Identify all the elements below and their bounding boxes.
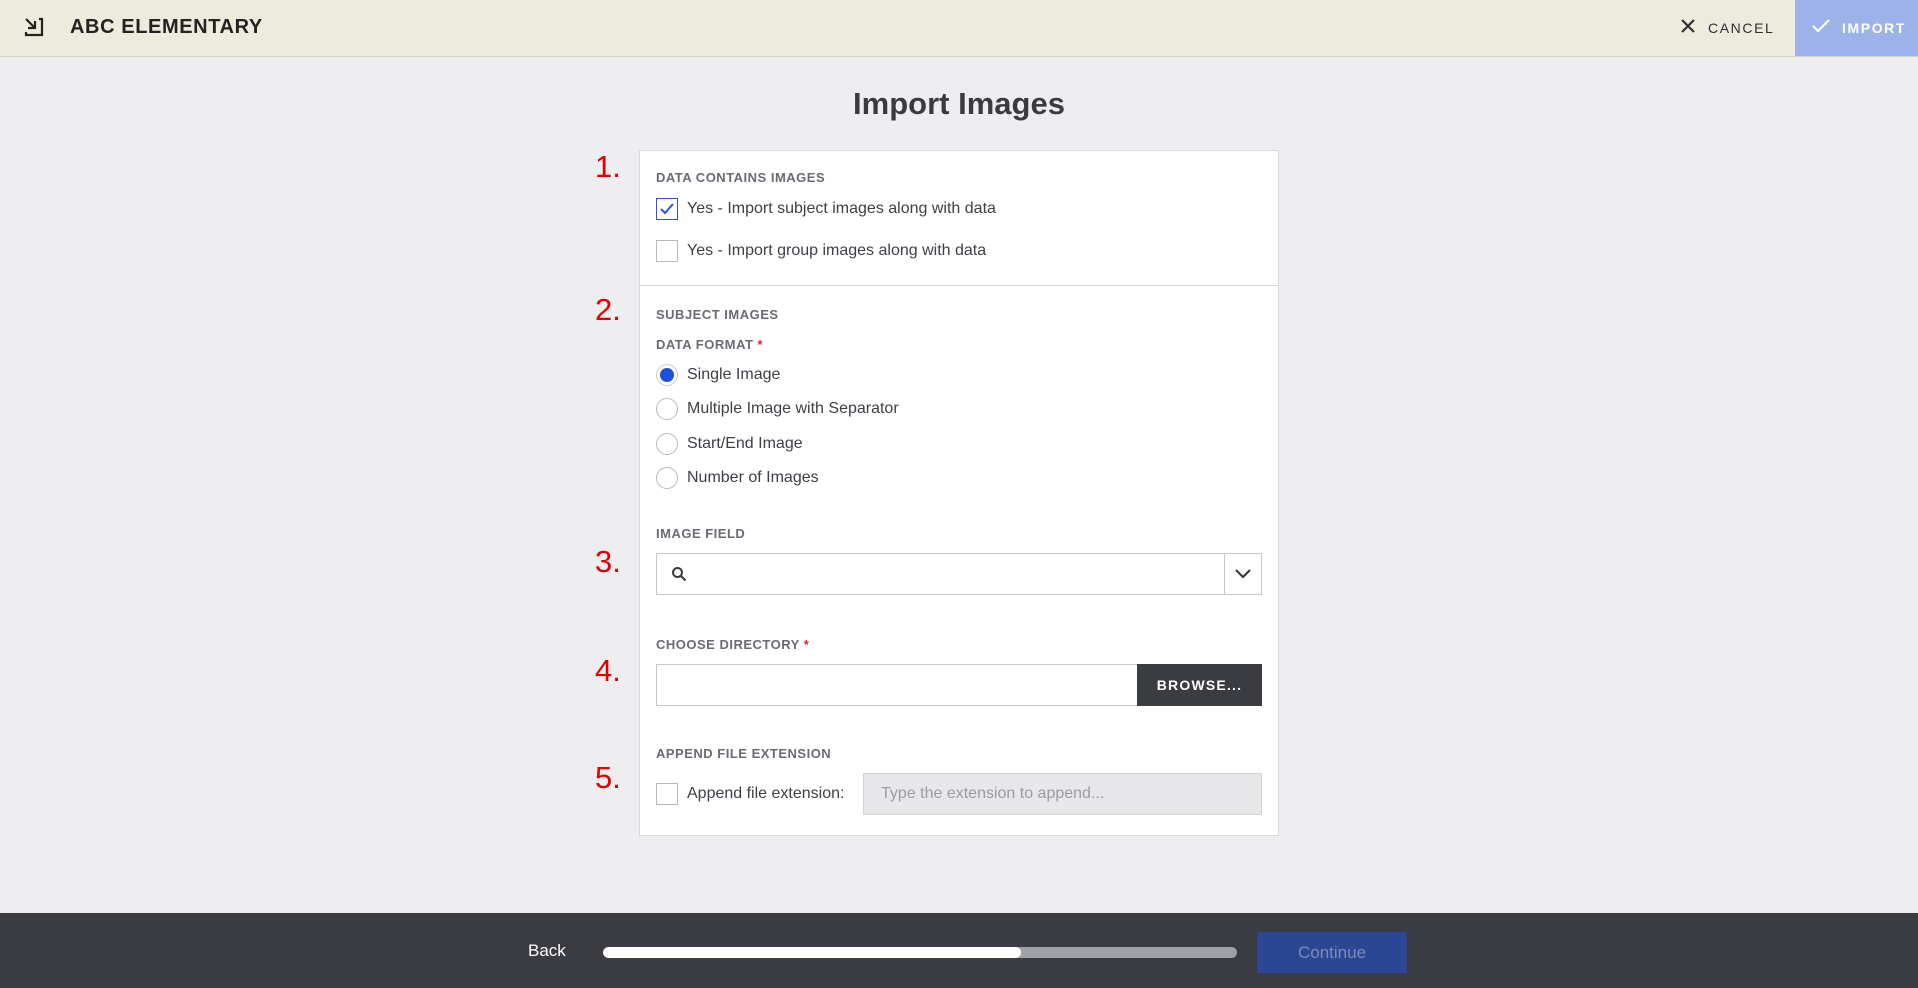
image-field-dropdown-toggle[interactable] (1224, 554, 1261, 594)
format-option-number-of-images[interactable]: Number of Images (656, 467, 819, 489)
required-mark: * (757, 337, 764, 352)
data-format-label: DATA FORMAT * (656, 337, 763, 352)
close-icon (1680, 18, 1696, 39)
continue-button[interactable]: Continue (1257, 932, 1407, 973)
chevron-down-icon (1235, 569, 1251, 579)
import-form-panel: DATA CONTAINS IMAGES Yes - Import subjec… (639, 150, 1279, 836)
step-number-1: 1. (595, 149, 621, 184)
subject-images-checkbox-label: Yes - Import subject images along with d… (687, 200, 996, 217)
data-contains-images-label: DATA CONTAINS IMAGES (656, 170, 826, 185)
app-title: ABC ELEMENTARY (70, 16, 263, 38)
checkmark-icon (1812, 18, 1830, 39)
append-extension-checkbox-row[interactable]: Append file extension: (656, 773, 844, 805)
page-title: Import Images (853, 86, 1065, 121)
format-option-label: Single Image (687, 366, 781, 383)
subject-images-checkbox-row[interactable]: Yes - Import subject images along with d… (656, 198, 996, 220)
checkmark-icon (660, 203, 674, 215)
search-icon (671, 566, 687, 587)
data-format-label-text: DATA FORMAT (656, 337, 754, 352)
step-number-5: 5. (595, 760, 621, 795)
step-number-4: 4. (595, 653, 621, 688)
group-images-checkbox[interactable] (656, 240, 678, 262)
section-divider (640, 285, 1278, 286)
cancel-label: CANCEL (1708, 20, 1775, 36)
import-label: IMPORT (1842, 20, 1907, 36)
group-images-checkbox-label: Yes - Import group images along with dat… (687, 242, 987, 259)
browse-button[interactable]: BROWSE... (1137, 664, 1262, 706)
subject-images-checkbox[interactable] (656, 198, 678, 220)
radio-multiple-image[interactable] (656, 398, 678, 420)
directory-picker: BROWSE... (656, 664, 1262, 706)
append-file-extension-label: APPEND FILE EXTENSION (656, 746, 832, 761)
format-option-label: Multiple Image with Separator (687, 400, 899, 417)
image-field-select[interactable] (656, 553, 1262, 595)
image-field-label: IMAGE FIELD (656, 526, 746, 541)
append-extension-checkbox[interactable] (656, 783, 678, 805)
image-field-search-input[interactable] (657, 554, 1224, 594)
group-images-checkbox-row[interactable]: Yes - Import group images along with dat… (656, 240, 986, 262)
required-mark: * (803, 637, 810, 652)
step-number-2: 2. (595, 292, 621, 327)
choose-directory-label-text: CHOOSE DIRECTORY (656, 637, 800, 652)
format-option-single-image[interactable]: Single Image (656, 364, 780, 386)
progress-bar-fill (603, 947, 1022, 958)
back-button[interactable]: Back (528, 913, 566, 988)
format-option-multiple-image[interactable]: Multiple Image with Separator (656, 398, 899, 420)
radio-number-of-images[interactable] (656, 467, 678, 489)
format-option-start-end-image[interactable]: Start/End Image (656, 433, 803, 455)
cancel-button[interactable]: CANCEL (1680, 0, 1795, 56)
step-number-3: 3. (595, 544, 621, 579)
subject-images-label: SUBJECT IMAGES (656, 307, 779, 322)
import-button[interactable]: IMPORT (1795, 0, 1918, 56)
radio-single-image[interactable] (656, 364, 678, 386)
directory-input[interactable] (656, 664, 1137, 706)
extension-input[interactable]: Type the extension to append... (863, 773, 1262, 815)
format-option-label: Number of Images (687, 469, 819, 486)
choose-directory-label: CHOOSE DIRECTORY * (656, 637, 809, 652)
import-arrow-icon (22, 15, 46, 39)
progress-bar (603, 947, 1237, 958)
radio-start-end-image[interactable] (656, 433, 678, 455)
top-bar: ABC ELEMENTARY CANCEL IMPORT (0, 0, 1918, 57)
footer-bar: Back Continue (0, 913, 1918, 988)
format-option-label: Start/End Image (687, 435, 803, 452)
append-extension-checkbox-label: Append file extension: (687, 785, 845, 802)
